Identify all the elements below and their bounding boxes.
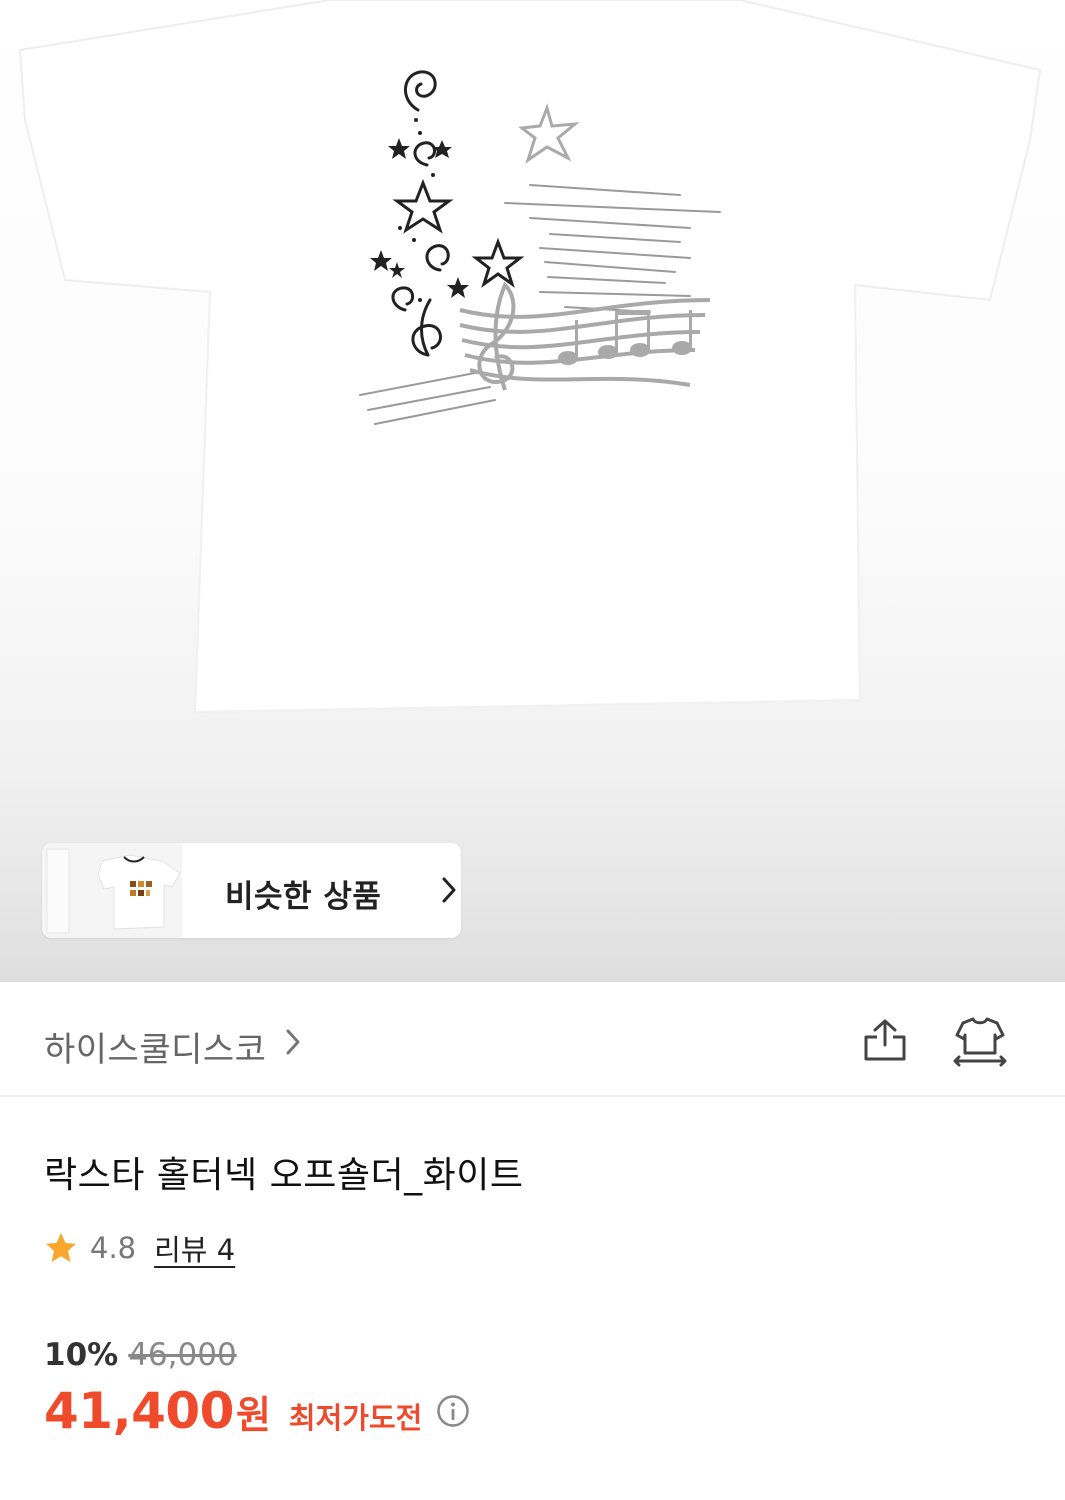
brand-link[interactable]: 하이스쿨디스코: [44, 1022, 266, 1071]
product-title: 락스타 홀터넥 오프숄더_화이트: [44, 1155, 524, 1196]
product-image[interactable]: 비슷한 상품: [0, 0, 1065, 982]
tshirt-image: [18, 0, 1042, 714]
lowest-price-challenge-label[interactable]: 최저가도전: [289, 1395, 422, 1437]
rating-value: 4.8: [90, 1231, 137, 1265]
fitting-button[interactable]: [951, 1015, 1009, 1067]
brand-bar: 하이스쿨디스코: [0, 982, 1065, 1097]
original-price: 46,000: [128, 1337, 237, 1373]
discount-row: 10% 46,000: [44, 1337, 237, 1373]
share-icon: [864, 1019, 906, 1061]
similar-products-label: 비슷한 상품: [225, 879, 382, 915]
info-icon[interactable]: [436, 1394, 470, 1428]
similar-products-button[interactable]: 비슷한 상품: [42, 843, 461, 938]
price-row: 41,400 원 최저가도전: [44, 1382, 470, 1440]
review-link[interactable]: 리뷰 4: [154, 1227, 235, 1269]
similar-product-thumbnail: [42, 843, 182, 938]
rating-row: 4.8 리뷰 4: [44, 1228, 235, 1268]
star-icon: [46, 1233, 76, 1262]
tshirt-fitting-icon: [953, 1017, 1007, 1067]
chevron-right-icon[interactable]: [284, 1027, 302, 1057]
discount-rate: 10%: [44, 1337, 119, 1373]
currency-unit: 원: [235, 1393, 271, 1437]
sale-price: 41,400: [44, 1382, 234, 1440]
chevron-right-icon: [442, 877, 456, 903]
share-button[interactable]: [862, 1017, 908, 1063]
